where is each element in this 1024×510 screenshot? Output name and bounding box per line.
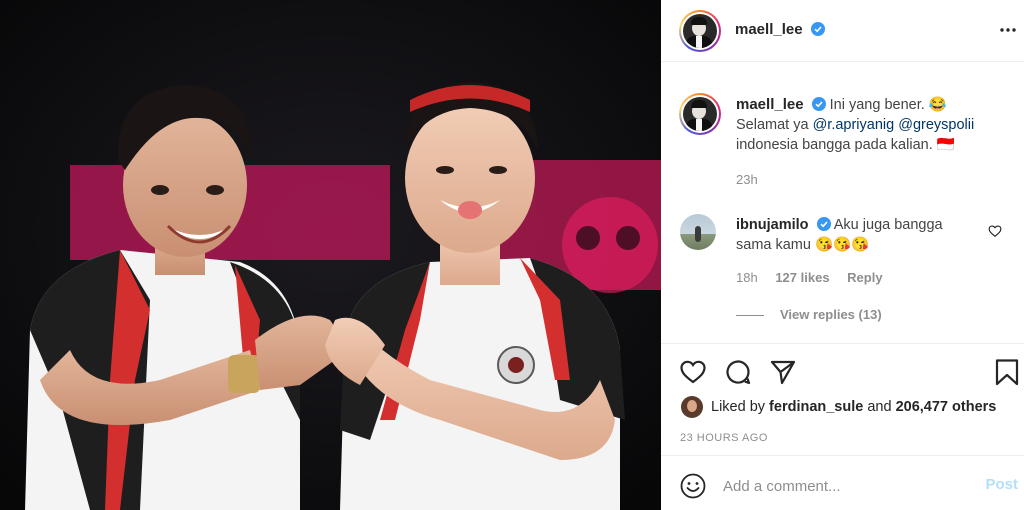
mention-link[interactable]: @r.apriyanig: [813, 117, 895, 133]
verified-icon: [816, 217, 831, 231]
comment-like-heart-icon[interactable]: [988, 224, 1002, 238]
comment-body: ibnujamilo Aku juga bangga sama kamu 😘😘😘: [736, 215, 976, 255]
commenter-avatar[interactable]: [680, 214, 716, 250]
posted-time[interactable]: 23 HOURS AGO: [680, 432, 768, 444]
author-avatar[interactable]: [679, 10, 721, 52]
liker-avatar[interactable]: [681, 396, 703, 418]
caption-line2: Selamat ya: [736, 117, 813, 133]
post-detail-panel: maell_lee maell_lee Ini yang bener. 😂 Se…: [661, 0, 1024, 510]
likes-prefix: Liked by: [711, 399, 770, 415]
add-comment-bar: Post: [661, 455, 1024, 510]
mention-link[interactable]: @greyspolii: [898, 117, 974, 133]
view-replies-label: View replies (13): [780, 307, 882, 322]
caption-username[interactable]: maell_lee: [736, 96, 804, 113]
liker-username[interactable]: ferdinan_sule: [769, 399, 863, 415]
more-icon[interactable]: [1000, 22, 1016, 38]
verified-icon: [811, 22, 826, 36]
post-button[interactable]: Post: [985, 476, 1018, 493]
caption-time[interactable]: 23h: [736, 172, 758, 187]
heart-icon[interactable]: [679, 358, 707, 386]
author-username[interactable]: maell_lee: [735, 21, 803, 38]
replies-divider: [736, 315, 764, 317]
comment-text-line2: sama kamu 😘😘😘: [736, 237, 870, 253]
comment-icon[interactable]: [724, 358, 752, 386]
view-replies-button[interactable]: View replies (13): [736, 307, 882, 322]
comment-input[interactable]: [723, 468, 973, 504]
verified-icon: [811, 97, 826, 111]
comment-time[interactable]: 18h: [736, 270, 758, 285]
caption-line3: indonesia bangga pada kalian. 🇮🇩: [736, 137, 955, 153]
post-caption: maell_lee Ini yang bener. 😂 Selamat ya @…: [736, 95, 1011, 155]
bookmark-icon[interactable]: [993, 358, 1021, 386]
likes-count[interactable]: 206,477 others: [896, 399, 997, 415]
photo-illustration: [0, 0, 661, 510]
post-actions: Liked by ferdinan_sule and 206,477 other…: [661, 343, 1024, 455]
post-header: maell_lee: [661, 0, 1024, 62]
comment-text-line1: Aku juga bangga: [833, 217, 943, 233]
share-icon[interactable]: [769, 358, 797, 386]
comment-username[interactable]: ibnujamilo: [736, 217, 809, 233]
post-photo[interactable]: [0, 0, 661, 510]
comment-likes[interactable]: 127 likes: [775, 270, 829, 285]
likes-and: and: [863, 399, 896, 415]
comment-meta: 18h 127 likes Reply: [736, 270, 897, 285]
smile-icon[interactable]: [680, 473, 706, 499]
reply-button[interactable]: Reply: [847, 270, 882, 285]
caption-text: Ini yang bener. 😂: [829, 97, 947, 113]
likes-summary: Liked by ferdinan_sule and 206,477 other…: [711, 399, 996, 415]
caption-author-avatar[interactable]: [679, 93, 721, 135]
